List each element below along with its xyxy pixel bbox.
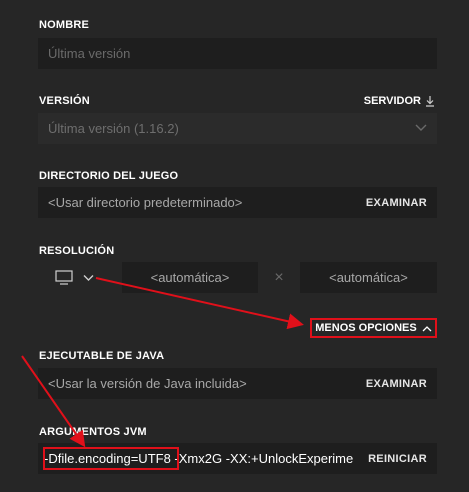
arrow-to-less-options [95, 277, 304, 330]
installation-settings: { "name": { "label": "NOMBRE", "placehol… [0, 0, 469, 492]
annotation-arrows [21, 277, 304, 448]
arrow-to-jvm-arguments [21, 355, 86, 448]
